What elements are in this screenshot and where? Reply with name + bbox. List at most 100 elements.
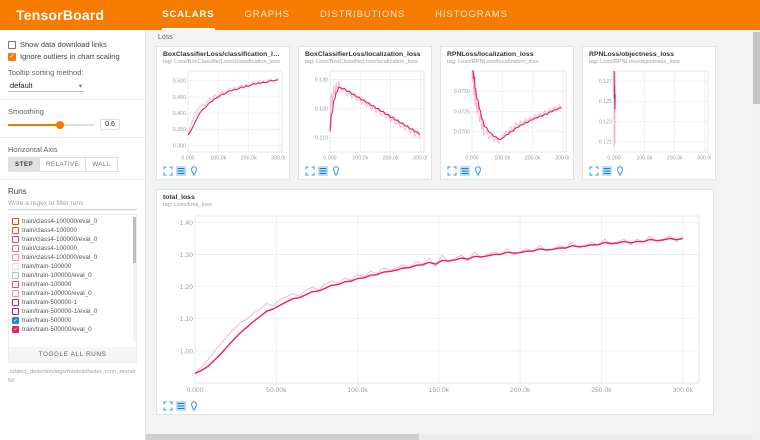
x-tick-label: 0.000 [465,155,478,161]
vertical-scrollbar[interactable] [753,30,760,440]
data-table-icon[interactable] [602,166,612,176]
tab-scalars[interactable]: SCALARS [162,0,214,30]
slider-fill [8,124,60,126]
data-table-icon[interactable] [318,166,328,176]
run-checkbox[interactable] [12,227,19,234]
run-item[interactable]: ✓train/train-500000 [12,316,133,325]
run-checkbox[interactable]: ✓ [12,326,19,333]
smoothing-value[interactable]: 0.6 [100,119,120,130]
run-checkbox[interactable] [12,263,19,270]
run-item[interactable]: train/train-100000/eval_0 [12,271,133,280]
run-checkbox[interactable] [12,245,19,252]
run-item[interactable]: train/class4-100000/eval_0 [12,253,133,262]
axis-step-button[interactable]: STEP [8,157,40,172]
ignore-outliers-checkbox[interactable]: ✓ Ignore outliers in chart scaling [8,52,137,61]
run-label: train/class4-100000/eval_0 [22,218,97,225]
horizontal-scrollbar[interactable] [146,434,753,440]
horizontal-scrollbar-thumb[interactable] [146,434,419,440]
toggle-all-runs-button[interactable]: TOGGLE ALL RUNS [9,347,136,362]
run-checkbox[interactable] [12,308,19,315]
pin-icon[interactable] [189,166,199,176]
pin-icon[interactable] [331,166,341,176]
axis-wall-button[interactable]: WALL [85,157,118,172]
chevron-down-icon: ▾ [79,82,82,90]
run-checkbox[interactable]: ✓ [12,317,19,324]
tab-histograms[interactable]: HISTOGRAMS [435,0,508,30]
pin-icon[interactable] [473,166,483,176]
axis-relative-button[interactable]: RELATIVE [39,157,86,172]
run-label: train/train-500000/eval_0 [22,326,92,333]
y-tick-label: 0.0725 [454,109,470,115]
fullscreen-icon[interactable] [305,166,315,176]
run-item[interactable]: train/train-500000-1 [12,298,133,307]
y-tick-label: 0.120 [315,106,328,112]
data-table-icon[interactable] [176,401,186,411]
chart-title: BoxClassifierLoss/localization_loss [305,51,425,58]
fullscreen-icon[interactable] [447,166,457,176]
runs-scrollbar-thumb[interactable] [133,217,136,263]
fullscreen-icon[interactable] [163,166,173,176]
y-tick-label: 1.20 [180,284,193,291]
show-data-links-checkbox[interactable]: Show data download links [8,40,137,49]
category-header-loss[interactable]: Loss [158,34,750,41]
divider [0,99,145,100]
run-item[interactable]: train/train-100000 [12,280,133,289]
chart-card-objectness-loss: RPNLoss/objectness_loss tag: Loss/RPNLos… [582,46,716,180]
main-content: Loss BoxClassifierLoss/classification_lo… [146,30,760,440]
fullscreen-icon[interactable] [589,166,599,176]
run-checkbox[interactable] [12,299,19,306]
tab-distributions[interactable]: DISTRIBUTIONS [320,0,405,30]
chart-card-classification-loss: BoxClassifierLoss/classification_loss ta… [156,46,290,180]
run-item[interactable]: train/class4-100000/eval_0 [12,217,133,226]
y-tick-label: 0.500 [173,79,186,85]
vertical-scrollbar-thumb[interactable] [753,32,760,104]
run-item[interactable]: train/train-500000-1/eval_0 [12,307,133,316]
y-tick-label: 0.0700 [454,130,470,136]
pin-icon[interactable] [615,166,625,176]
chart-title: BoxClassifierLoss/classification_loss [163,51,283,58]
charts-row: BoxClassifierLoss/classification_loss ta… [156,46,750,180]
tooltip-sort-value: default [10,81,33,90]
y-tick-label: 0.0750 [454,89,470,95]
run-item[interactable]: train/train-100000 [12,262,133,271]
run-checkbox[interactable] [12,272,19,279]
x-tick-label: 200.0k [510,387,531,394]
logdir-path: ./object_detection/wgs/models/faster_rcn… [8,368,137,385]
tooltip-sort-select[interactable]: default ▾ [8,80,84,92]
x-tick-label: 300.0k [413,155,427,161]
pin-icon[interactable] [189,401,199,411]
checkbox-checked-icon: ✓ [8,53,16,61]
x-tick-label: 200.0k [667,155,683,161]
data-table-icon[interactable] [176,166,186,176]
smoothing-slider[interactable] [8,120,94,130]
run-item[interactable]: train/class4-100000 [12,244,133,253]
divider [0,179,145,180]
x-tick-label: 100.0k [352,155,368,161]
slider-knob[interactable] [56,121,64,129]
data-table-icon[interactable] [460,166,470,176]
run-checkbox[interactable] [12,281,19,288]
chart-card-box-localization-loss: BoxClassifierLoss/localization_loss tag:… [298,46,432,180]
run-item[interactable]: train/class4-100000/eval_0 [12,235,133,244]
chart-card-rpn-localization-loss: RPNLoss/localization_loss tag: Loss/RPNL… [440,46,574,180]
x-tick-label: 200.0k [383,155,399,161]
tab-graphs[interactable]: GRAPHS [245,0,291,30]
x-tick-label: 300.0k [697,155,711,161]
runs-filter-input[interactable] [8,198,137,210]
run-checkbox[interactable] [12,236,19,243]
run-item[interactable]: train/train-100000/eval_0 [12,289,133,298]
x-tick-label: 100.0k [347,387,368,394]
chart-tag: tag: Loss/total_loss [163,202,707,208]
chart-tag: tag: Loss/BoxClassifierLoss/localization… [305,59,425,65]
run-checkbox[interactable] [12,290,19,297]
chart-plot: 0.3000.3500.4000.4500.5000.000100.0k200.… [163,67,285,163]
runs-scrollbar[interactable] [133,217,136,341]
x-tick-label: 300.0k [555,155,569,161]
run-item[interactable]: ✓train/train-500000/eval_0 [12,325,133,334]
run-checkbox[interactable] [12,254,19,261]
run-checkbox[interactable] [12,218,19,225]
run-item[interactable]: train/class4-100000 [12,226,133,235]
fullscreen-icon[interactable] [163,401,173,411]
chart-title: total_loss [163,194,707,201]
x-tick-label: 100.0k [210,155,226,161]
